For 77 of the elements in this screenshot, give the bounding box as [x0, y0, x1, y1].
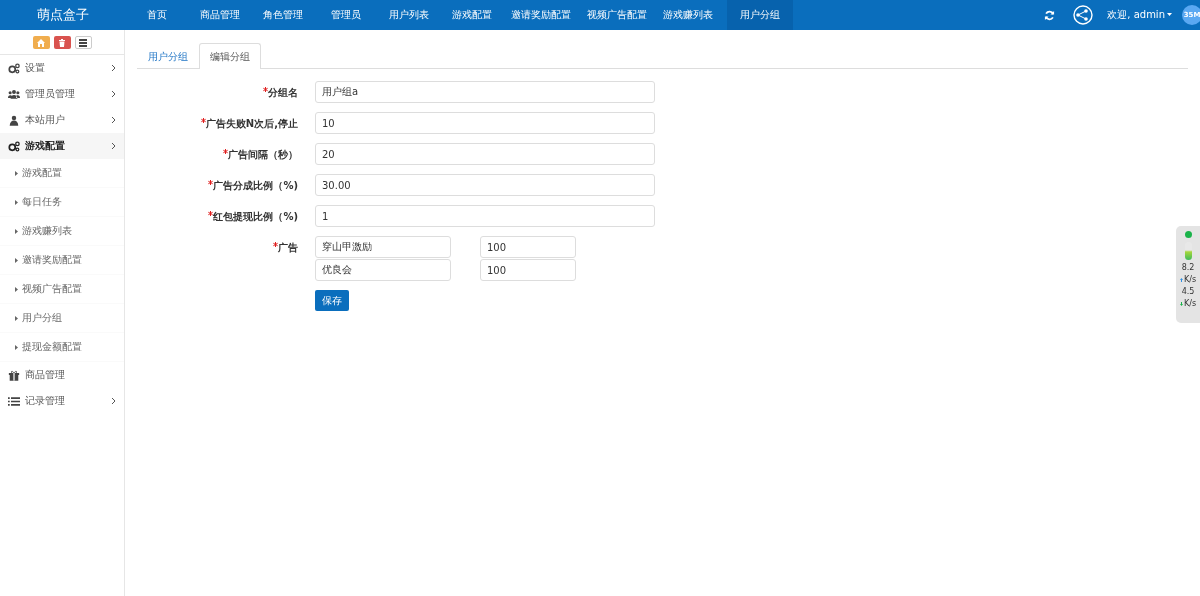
chevron-right-icon	[111, 142, 116, 150]
sidebar-subitem[interactable]: 游戏赚列表	[0, 217, 124, 246]
trash-icon	[58, 38, 66, 47]
nav-tab[interactable]: 首页	[125, 0, 188, 30]
sidebar-subitem[interactable]: 视频广告配置	[0, 275, 124, 304]
list-icon	[79, 38, 87, 47]
users-icon	[8, 88, 20, 100]
chevron-right-icon	[111, 90, 116, 98]
field-label: 广告失败N次后,停止	[205, 117, 298, 131]
down-arrow-icon	[1179, 302, 1183, 306]
sidebar-subitem[interactable]: 用户分组	[0, 304, 124, 333]
input-field[interactable]: 20	[315, 143, 655, 165]
nav-tab[interactable]: 管理员	[314, 0, 377, 30]
gears-icon	[8, 62, 20, 74]
input-field[interactable]: 30.00	[315, 174, 655, 196]
sidebar-subitem[interactable]: 邀请奖励配置	[0, 246, 124, 275]
share-icon[interactable]	[1073, 5, 1094, 25]
nav-tab[interactable]: 游戏配置	[440, 0, 503, 30]
caret-right-icon	[15, 170, 18, 176]
sidebar-subitem[interactable]: 游戏配置	[0, 159, 124, 188]
up-arrow-icon	[1179, 278, 1183, 282]
caret-right-icon	[15, 228, 18, 234]
ad-name-field[interactable]: 优良会	[315, 259, 451, 281]
ad-value-field[interactable]: 100	[480, 236, 576, 258]
input-field[interactable]: 10	[315, 112, 655, 134]
delete-button[interactable]	[53, 36, 71, 49]
caret-right-icon	[15, 257, 18, 263]
field-label: 广告间隔（秒）	[228, 148, 298, 162]
save-button[interactable]: 保存	[315, 290, 349, 311]
tab[interactable]: 编辑分组	[199, 43, 261, 69]
status-dot-icon	[1184, 231, 1192, 238]
sidebar-item[interactable]: 记录管理	[0, 388, 124, 414]
gift-icon	[8, 369, 20, 381]
sidebar-item[interactable]: 设置	[0, 55, 124, 81]
sidebar-item[interactable]: 管理员管理	[0, 81, 124, 107]
nav-tab[interactable]: 用户分组	[727, 0, 793, 30]
sidebar-subitem[interactable]: 每日任务	[0, 188, 124, 217]
download-speed: 4.5	[1181, 288, 1195, 296]
ad-value-field[interactable]: 100	[480, 259, 576, 281]
tab[interactable]: 用户分组	[137, 43, 199, 69]
field-label: 分组名	[268, 86, 298, 100]
home-icon	[37, 38, 45, 47]
nav-tab[interactable]: 视频广告配置	[579, 0, 655, 30]
caret-icon[interactable]	[1167, 13, 1172, 17]
upload-unit: K/s	[1183, 276, 1197, 284]
sidebar-item[interactable]: 游戏配置	[0, 133, 124, 159]
field-label: 广告	[278, 241, 298, 255]
list-icon	[8, 395, 20, 407]
sidebar-subitem[interactable]: 提现金额配置	[0, 333, 124, 362]
field-label: 广告分成比例（%)	[213, 179, 298, 193]
field-label: 红包提现比例（%)	[213, 210, 298, 224]
chevron-right-icon	[111, 116, 116, 124]
caret-right-icon	[15, 344, 18, 350]
nav-tab[interactable]: 游戏赚列表	[655, 0, 721, 30]
chevron-right-icon	[111, 64, 116, 72]
caret-right-icon	[15, 199, 18, 205]
ad-name-field[interactable]: 穿山甲激励	[315, 236, 451, 258]
nav-tab[interactable]: 用户列表	[377, 0, 440, 30]
sidebar-item[interactable]: 本站用户	[0, 107, 124, 133]
user-icon	[8, 114, 20, 126]
caret-right-icon	[15, 315, 18, 321]
nav-tab[interactable]: 角色管理	[251, 0, 314, 30]
welcome-text[interactable]: 欢迎, admin	[1107, 8, 1165, 22]
download-unit: K/s	[1183, 300, 1197, 308]
input-field[interactable]: 用户组a	[315, 81, 655, 103]
caret-right-icon	[15, 286, 18, 292]
chevron-right-icon	[111, 397, 116, 405]
list-view-button[interactable]	[74, 36, 92, 49]
battery-icon	[1184, 242, 1192, 260]
gears-icon	[8, 140, 20, 152]
refresh-icon[interactable]	[1044, 9, 1056, 21]
input-field[interactable]: 1	[315, 205, 655, 227]
nav-tab[interactable]: 邀请奖励配置	[503, 0, 579, 30]
nav-tab[interactable]: 商品管理	[188, 0, 251, 30]
app-logo-text: 萌点盒子	[35, 6, 90, 24]
upload-speed: 8.2	[1181, 264, 1195, 272]
sidebar-item[interactable]: 商品管理	[0, 362, 124, 388]
